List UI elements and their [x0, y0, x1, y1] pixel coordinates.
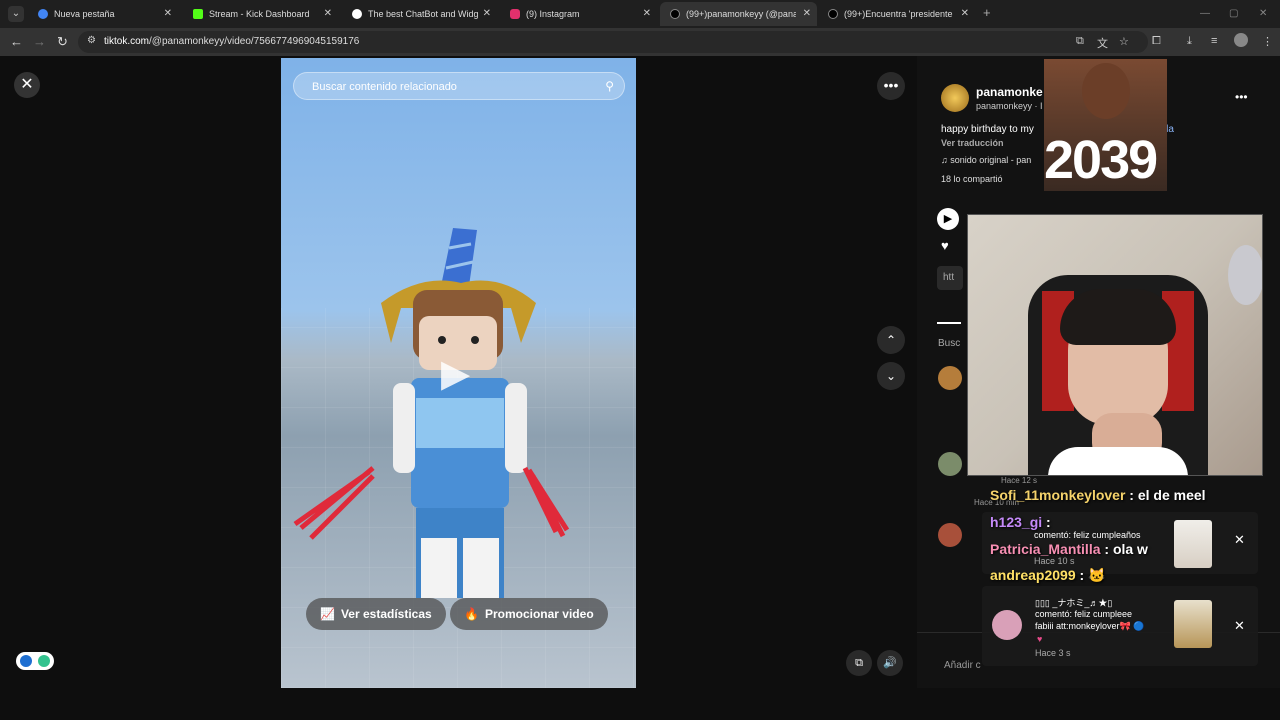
webcam-overlay: [967, 214, 1263, 476]
next-video-button[interactable]: ⌄: [877, 362, 905, 390]
tiktok-icon: [828, 9, 838, 19]
streamer-hair: [1060, 289, 1176, 345]
sound-link[interactable]: ♫ sonido original - pan: [941, 155, 1031, 165]
search-icon[interactable]: ⚲: [605, 79, 614, 93]
close-icon[interactable]: ✕: [1234, 532, 1245, 548]
close-icon[interactable]: ✕: [324, 8, 332, 19]
chart-icon: 📈: [320, 607, 335, 621]
translate-link[interactable]: Ver traducción: [941, 138, 1004, 148]
chrome-icon: [38, 9, 48, 19]
video-player[interactable]: Buscar contenido relacionado ⚲ ▶ 📈 Ver e…: [281, 58, 636, 688]
profile-avatar[interactable]: [1234, 33, 1248, 47]
avatar[interactable]: [938, 452, 962, 476]
address-bar[interactable]: ⚙ tiktok.com/@panamonkeyy/video/75667749…: [78, 31, 1148, 53]
power-icon: [38, 655, 50, 667]
tab-kick-dashboard[interactable]: Stream - Kick Dashboard ✕: [183, 2, 338, 26]
picture-in-picture-button[interactable]: ⧉: [846, 650, 872, 676]
forward-icon[interactable]: →: [33, 34, 46, 49]
tab-tiktok-active[interactable]: (99+)panamonkeyy (@panamo ✕: [660, 2, 817, 26]
extensions-icon[interactable]: ⧠: [1152, 35, 1161, 48]
video-thumbnail[interactable]: [1174, 600, 1212, 648]
avatar: [992, 610, 1022, 640]
chat-message: Patricia_Mantilla : ola w: [990, 541, 1148, 557]
more-options-button[interactable]: •••: [877, 72, 905, 100]
tiktok-icon: [670, 9, 680, 19]
flame-icon: 🔥: [464, 607, 479, 621]
link-field[interactable]: htt: [937, 266, 963, 290]
volume-button[interactable]: 🔊: [877, 650, 903, 676]
extension-badge[interactable]: [16, 652, 54, 670]
close-video-button[interactable]: ✕: [14, 72, 40, 98]
comment-search[interactable]: Busc: [938, 338, 960, 349]
balloon: [1228, 245, 1262, 305]
kick-icon: [193, 9, 203, 19]
streamer-shirt: [1048, 447, 1188, 475]
avatar[interactable]: [938, 523, 962, 547]
creator-handle: panamonkeyy · I: [976, 101, 1043, 111]
creator-avatar[interactable]: [941, 84, 969, 112]
tab-instagram[interactable]: (9) Instagram ✕: [500, 2, 657, 26]
avatar[interactable]: [938, 366, 962, 390]
install-icon[interactable]: ⧉: [1076, 35, 1084, 48]
back-icon[interactable]: ←: [10, 34, 23, 49]
close-icon[interactable]: ✕: [164, 8, 172, 19]
creator-username[interactable]: panamonke: [976, 85, 1043, 99]
chat-message: Sofi_11monkeylover : el de meel: [990, 487, 1206, 503]
meme-face: [1082, 63, 1130, 119]
stream-counter-overlay: 2039: [1044, 59, 1167, 191]
play-icon: [20, 655, 32, 667]
search-placeholder: Buscar contenido relacionado: [312, 81, 457, 93]
bookmark-star-icon[interactable]: ☆: [1119, 35, 1129, 48]
play-icon[interactable]: ▶: [441, 354, 481, 394]
reload-icon[interactable]: ↻: [57, 34, 68, 50]
notification-card[interactable]: ▯▯▯ _ナホミ_♬★▯ comentó: feliz cumpleee fab…: [982, 586, 1258, 666]
heart-icon[interactable]: ♥: [941, 238, 949, 253]
url-text: tiktok.com/@panamonkeyy/video/7566774969…: [104, 36, 360, 47]
video-thumbnail[interactable]: [1174, 520, 1212, 568]
close-icon[interactable]: ✕: [643, 8, 651, 19]
close-icon[interactable]: ✕: [961, 8, 969, 19]
video-caption: happy birthday to my: [941, 124, 1034, 135]
close-icon[interactable]: ✕: [483, 8, 491, 19]
chat-message: andreap2099 : 🐱: [990, 567, 1106, 583]
download-icon[interactable]: ⤓: [1187, 35, 1192, 48]
close-icon[interactable]: ✕: [803, 8, 811, 19]
counter-value: 2039: [1044, 130, 1158, 190]
maximize-button[interactable]: ▢: [1229, 8, 1238, 19]
window-close-button[interactable]: ✕: [1259, 8, 1267, 19]
active-tab-underline: [937, 322, 961, 324]
more-icon[interactable]: •••: [1235, 90, 1248, 104]
tab-new-tab[interactable]: Nueva pestaña ✕: [28, 2, 178, 26]
instagram-icon: [510, 9, 520, 19]
previous-video-button[interactable]: ⌃: [877, 326, 905, 354]
tab-chatbot[interactable]: The best ChatBot and Widgets ✕: [342, 2, 497, 26]
minimize-button[interactable]: —: [1200, 8, 1210, 19]
play-icon[interactable]: ▶: [937, 208, 959, 230]
view-stats-button[interactable]: 📈 Ver estadísticas: [306, 598, 446, 630]
related-search-bar[interactable]: Buscar contenido relacionado ⚲: [293, 72, 625, 100]
site-info-icon[interactable]: ⚙: [87, 35, 96, 46]
comment-time: Hace 12 s: [1001, 476, 1038, 485]
tab-tiktok-search[interactable]: (99+)Encuentra 'presidente de ✕: [818, 2, 975, 26]
tab-search-button[interactable]: ⌄: [8, 6, 24, 22]
shared-count: 18 lo compartió: [941, 174, 1003, 184]
new-tab-button[interactable]: +: [983, 5, 991, 20]
reading-list-icon[interactable]: ≡: [1211, 35, 1217, 47]
tab-strip: ⌄ Nueva pestaña ✕ Stream - Kick Dashboar…: [0, 0, 1280, 28]
browser-toolbar: ← → ↻ ⚙ tiktok.com/@panamonkeyy/video/75…: [0, 28, 1280, 56]
chat-message: h123_gi :: [990, 514, 1051, 530]
translate-icon[interactable]: 文: [1097, 35, 1108, 51]
close-icon[interactable]: ✕: [1234, 618, 1245, 634]
heart-icon: ♥: [1037, 634, 1043, 644]
menu-dots-icon[interactable]: ⋮: [1262, 35, 1273, 48]
promote-video-button[interactable]: 🔥 Promocionar video: [450, 598, 608, 630]
chatbot-icon: [352, 9, 362, 19]
